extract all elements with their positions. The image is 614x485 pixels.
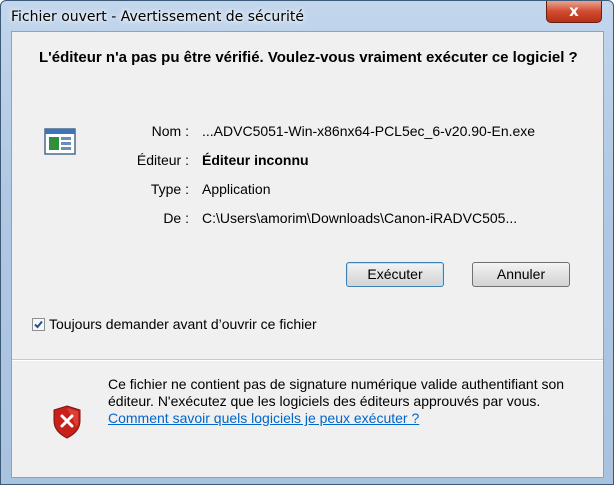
always-ask-checkbox[interactable] xyxy=(32,318,45,331)
dialog-content: L'éditeur n'a pas pu être vérifié. Voule… xyxy=(11,31,604,478)
help-link[interactable]: Comment savoir quels logiciels je peux e… xyxy=(108,410,419,426)
name-row: Nom : ...ADVC5051-Win-x86nx64-PCL5ec_6-v… xyxy=(12,123,605,143)
from-label: De : xyxy=(163,210,189,226)
always-ask-label[interactable]: Toujours demander avant d’ouvrir ce fich… xyxy=(49,316,317,332)
from-value: C:\Users\amorim\Downloads\Canon-iRADVC50… xyxy=(202,210,518,226)
type-value: Application xyxy=(202,181,271,197)
publisher-value: Éditeur inconnu xyxy=(202,152,309,168)
publisher-label: Éditeur : xyxy=(136,152,189,168)
security-warning-dialog: Fichier ouvert - Avertissement de sécuri… xyxy=(0,0,614,485)
warning-text: Ce fichier ne contient pas de signature … xyxy=(108,376,573,427)
publisher-row: Éditeur : Éditeur inconnu xyxy=(12,152,605,172)
warning-body: Ce fichier ne contient pas de signature … xyxy=(108,376,565,409)
close-button[interactable]: x xyxy=(546,1,602,23)
from-row: De : C:\Users\amorim\Downloads\Canon-iRA… xyxy=(12,210,605,230)
type-label: Type : xyxy=(150,181,189,197)
warning-area: Ce fichier ne contient pas de signature … xyxy=(12,361,603,477)
cancel-button[interactable]: Annuler xyxy=(472,262,570,287)
checkmark-icon xyxy=(34,320,43,329)
close-icon: x xyxy=(569,2,579,20)
type-row: Type : Application xyxy=(12,181,605,201)
run-button[interactable]: Exécuter xyxy=(346,262,444,287)
security-shield-icon xyxy=(53,405,81,439)
title-bar[interactable]: Fichier ouvert - Avertissement de sécuri… xyxy=(1,1,613,31)
window-title: Fichier ouvert - Avertissement de sécuri… xyxy=(11,9,304,25)
name-value: ...ADVC5051-Win-x86nx64-PCL5ec_6-v20.90-… xyxy=(202,123,536,139)
dialog-heading: L'éditeur n'a pas pu être vérifié. Voule… xyxy=(39,49,578,66)
name-label: Nom : xyxy=(151,123,189,139)
